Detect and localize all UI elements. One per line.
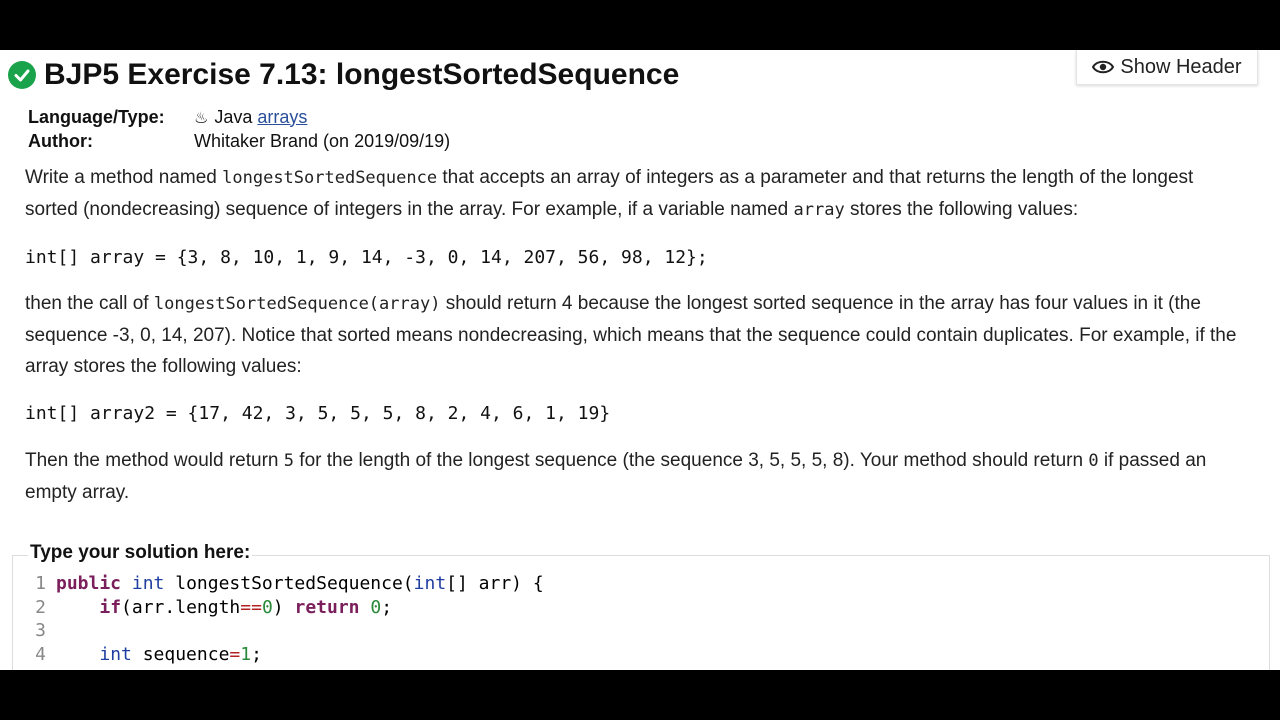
code-token: = [229,643,241,665]
code-token: sequence [131,643,230,665]
eye-icon [1092,60,1115,74]
language-value: Java [214,106,253,127]
example-code-1: int[] array = {3, 8, 10, 1, 9, 14, -3, 0… [25,247,708,268]
code-editor[interactable]: 1 public int longestSortedSequence(int[] … [14,572,1264,666]
line-number: 1 [35,573,46,595]
description-paragraph-3: Then the method would return 5 for the l… [25,450,1207,503]
code-token: int [131,573,165,595]
page: BJP5 Exercise 7.13: longestSortedSequenc… [0,50,1280,670]
solution-label: Type your solution here: [28,542,253,564]
java-icon: ♨ [194,109,209,127]
code-token: 0 [261,596,273,618]
code-token: longestSortedSequence( [164,573,414,595]
code-token: return [294,596,360,618]
description-paragraph-1: Write a method named longestSortedSequen… [25,167,1194,220]
code-token: 1 [240,643,252,665]
code-line[interactable]: 4 int sequence = 1; [14,643,1264,667]
example-code-2: int[] array2 = {17, 42, 3, 5, 5, 5, 8, 2… [25,403,611,424]
code-line[interactable]: 3 [14,619,1264,643]
arrays-link[interactable]: arrays [257,107,307,127]
line-number: 4 [35,643,46,665]
author-value: Whitaker Brand (on 2019/09/19) [194,130,451,151]
code-token: 0 [370,596,382,618]
code-token: ; [381,596,393,618]
code-token: if [99,596,122,618]
language-key: Language/Type: [28,106,165,127]
page-title: BJP5 Exercise 7.13: longestSortedSequenc… [44,58,680,91]
author-key: Author: [28,130,93,151]
code-token: == [240,596,262,618]
code-token: ) [272,596,295,618]
problem-meta: Language/Type: ♨ Java arrays Author: Whit… [28,105,450,153]
show-header-button[interactable]: Show Header [1076,50,1258,85]
code-token: ; [251,643,262,665]
title-row: BJP5 Exercise 7.13: longestSortedSequenc… [8,58,679,92]
code-line[interactable]: 1 public int longestSortedSequence(int[] … [14,572,1264,596]
code-line[interactable]: 2 if (arr.length == 0) return 0; [14,596,1264,620]
line-number: 3 [35,620,46,642]
code-token: int [413,573,447,595]
line-number: 2 [35,596,46,618]
code-token: (arr.length [121,596,241,618]
check-icon [8,61,36,89]
code-token: int [99,643,132,665]
code-token: [] arr) { [446,573,544,595]
code-token: public [56,573,122,595]
show-header-label: Show Header [1120,55,1242,78]
description-paragraph-2: then the call of longestSortedSequence(a… [25,293,1237,377]
